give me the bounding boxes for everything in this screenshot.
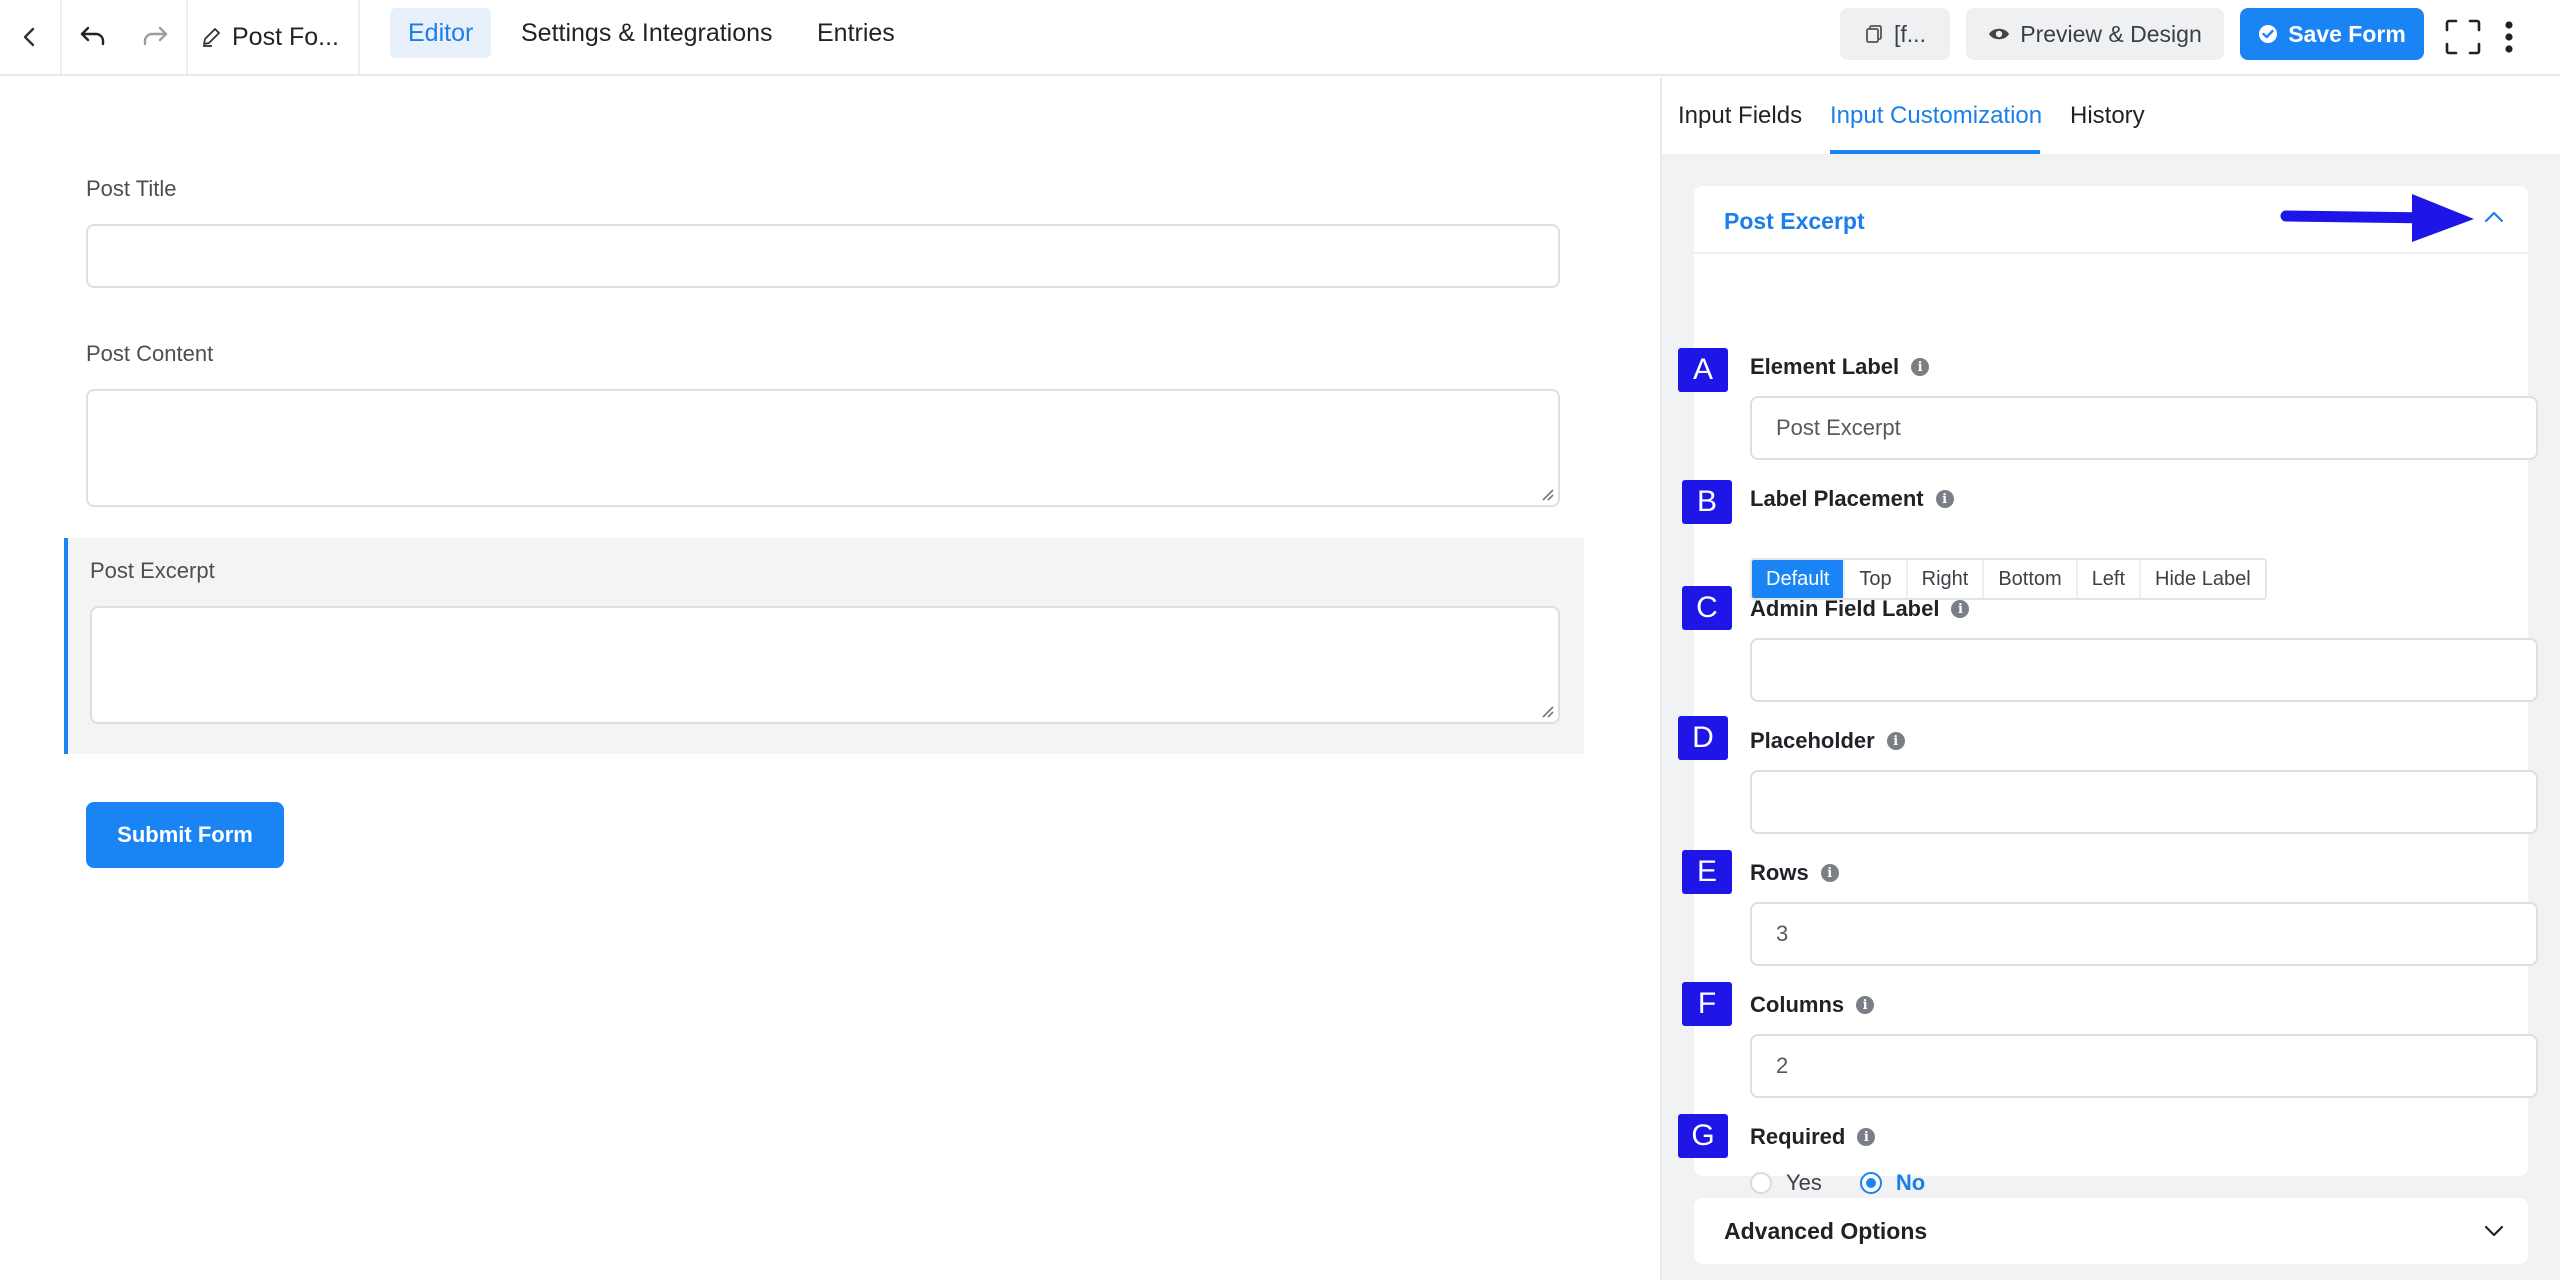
panel-tabs: Input Fields Input Customization History (1662, 78, 2560, 154)
card-title: Post Excerpt (1724, 208, 1865, 234)
annotation-badge-c: C (1682, 586, 1732, 630)
chevron-down-icon[interactable] (2484, 1224, 2504, 1238)
edit-pencil-icon (203, 28, 220, 47)
redo-icon (143, 26, 168, 46)
form-editor-canvas: Post Title Post Content Post Excerpt Sub… (0, 78, 1660, 1280)
undo-icon (80, 26, 105, 46)
columns-text: Columns (1750, 992, 1845, 1017)
tab-settings-integrations[interactable]: Settings & Integrations (503, 8, 791, 58)
post-excerpt-textarea[interactable] (90, 606, 1560, 724)
placement-option-hide-label[interactable]: Hide Label (2141, 560, 2265, 598)
rows-heading: Rows i (1750, 860, 1839, 886)
tab-editor[interactable]: Editor (390, 8, 492, 58)
copy-icon (1866, 25, 1882, 43)
placement-option-right[interactable]: Right (1907, 560, 1985, 598)
shortcode-label: [f... (1894, 20, 1926, 47)
annotation-badge-a: A (1678, 348, 1728, 392)
preview-design-label: Preview & Design (2020, 20, 2202, 47)
annotation-arrow-icon (2280, 194, 2474, 242)
required-yes-label[interactable]: Yes (1786, 1170, 1822, 1196)
label-placement-text: Label Placement (1750, 486, 1924, 511)
info-icon[interactable]: i (1951, 600, 1970, 618)
post-title-input[interactable] (86, 224, 1560, 288)
active-tab-indicator (1830, 150, 2040, 154)
check-circle-icon (2259, 25, 2278, 43)
post-content-label: Post Content (86, 341, 214, 366)
undo-button[interactable] (62, 0, 124, 74)
info-icon[interactable]: i (1911, 358, 1930, 376)
annotation-badge-b: B (1682, 480, 1732, 524)
annotation-badge-f: F (1682, 982, 1732, 1026)
element-label-heading: Element Label i (1750, 354, 1930, 380)
save-form-button[interactable]: Save Form (2240, 8, 2424, 60)
selected-field-post-excerpt[interactable]: Post Excerpt (64, 538, 1584, 754)
info-icon[interactable]: i (1935, 490, 1954, 508)
more-vertical-icon (2505, 21, 2513, 53)
chevron-left-icon (23, 27, 35, 47)
advanced-options-section[interactable]: Advanced Options (1694, 1198, 2528, 1264)
annotation-badge-d: D (1678, 716, 1728, 760)
placeholder-text: Placeholder (1750, 728, 1875, 753)
fullscreen-icon (2445, 19, 2481, 55)
tab-history[interactable]: History (2070, 78, 2145, 154)
info-icon[interactable]: i (1857, 1128, 1876, 1146)
info-icon[interactable]: i (1856, 996, 1875, 1014)
annotation-badge-g: G (1678, 1114, 1728, 1158)
placeholder-heading: Placeholder i (1750, 728, 1905, 754)
rows-input[interactable]: 3 (1750, 902, 2538, 966)
element-label-text: Element Label (1750, 354, 1900, 379)
post-title-label: Post Title (86, 176, 177, 201)
fullscreen-button[interactable] (2440, 0, 2486, 74)
shortcode-button[interactable]: [f... (1840, 8, 1950, 60)
element-label-input[interactable]: Post Excerpt (1750, 396, 2538, 460)
admin-field-label-text: Admin Field Label (1750, 596, 1940, 621)
annotation-badge-e: E (1682, 850, 1732, 894)
form-title-button[interactable]: Post Fo... (200, 0, 350, 74)
save-form-label: Save Form (2288, 20, 2406, 47)
required-no-label[interactable]: No (1896, 1170, 1925, 1196)
info-icon[interactable]: i (1820, 864, 1839, 882)
post-excerpt-label: Post Excerpt (90, 558, 215, 583)
columns-heading: Columns i (1750, 992, 1875, 1018)
placement-option-bottom[interactable]: Bottom (1984, 560, 2078, 598)
label-placement-segmented-control: Default Top Right Bottom Left Hide Label (1750, 558, 2267, 600)
placeholder-input[interactable] (1750, 770, 2538, 834)
tab-input-customization[interactable]: Input Customization (1830, 78, 2042, 154)
submit-form-button[interactable]: Submit Form (86, 802, 284, 868)
admin-field-label-heading: Admin Field Label i (1750, 596, 1970, 622)
admin-field-label-input[interactable] (1750, 638, 2538, 702)
label-placement-heading: Label Placement i (1750, 486, 1954, 512)
redo-button[interactable] (124, 0, 186, 74)
required-radio-group: Yes No (1750, 1170, 1925, 1196)
info-icon[interactable]: i (1886, 732, 1905, 750)
advanced-options-title: Advanced Options (1724, 1218, 1928, 1244)
settings-panel: Input Fields Input Customization History… (1660, 78, 2560, 1280)
columns-input[interactable]: 2 (1750, 1034, 2538, 1098)
more-options-button[interactable] (2494, 0, 2524, 74)
required-text: Required (1750, 1124, 1846, 1149)
back-button[interactable] (0, 0, 60, 74)
rows-text: Rows (1750, 860, 1809, 885)
resize-handle-icon[interactable] (1540, 487, 1554, 501)
eye-icon (1989, 28, 2010, 40)
post-content-textarea[interactable] (86, 389, 1560, 507)
post-excerpt-settings-card: Post Excerpt A Element Label i Post Exce… (1678, 186, 2538, 1195)
placement-option-left[interactable]: Left (2077, 560, 2142, 598)
placement-option-default[interactable]: Default (1752, 560, 1846, 598)
top-bar: Post Fo... Editor Settings & Integration… (0, 0, 2560, 76)
resize-handle-icon[interactable] (1540, 704, 1554, 718)
required-no-radio[interactable] (1859, 1172, 1882, 1194)
form-title: Post Fo... (232, 22, 339, 51)
required-heading: Required i (1750, 1124, 1876, 1150)
required-yes-radio[interactable] (1750, 1172, 1772, 1194)
tab-entries[interactable]: Entries (799, 8, 913, 58)
tab-input-fields[interactable]: Input Fields (1678, 78, 1802, 154)
preview-design-button[interactable]: Preview & Design (1966, 8, 2224, 60)
placement-option-top[interactable]: Top (1845, 560, 1908, 598)
chevron-up-icon[interactable] (2484, 210, 2504, 224)
